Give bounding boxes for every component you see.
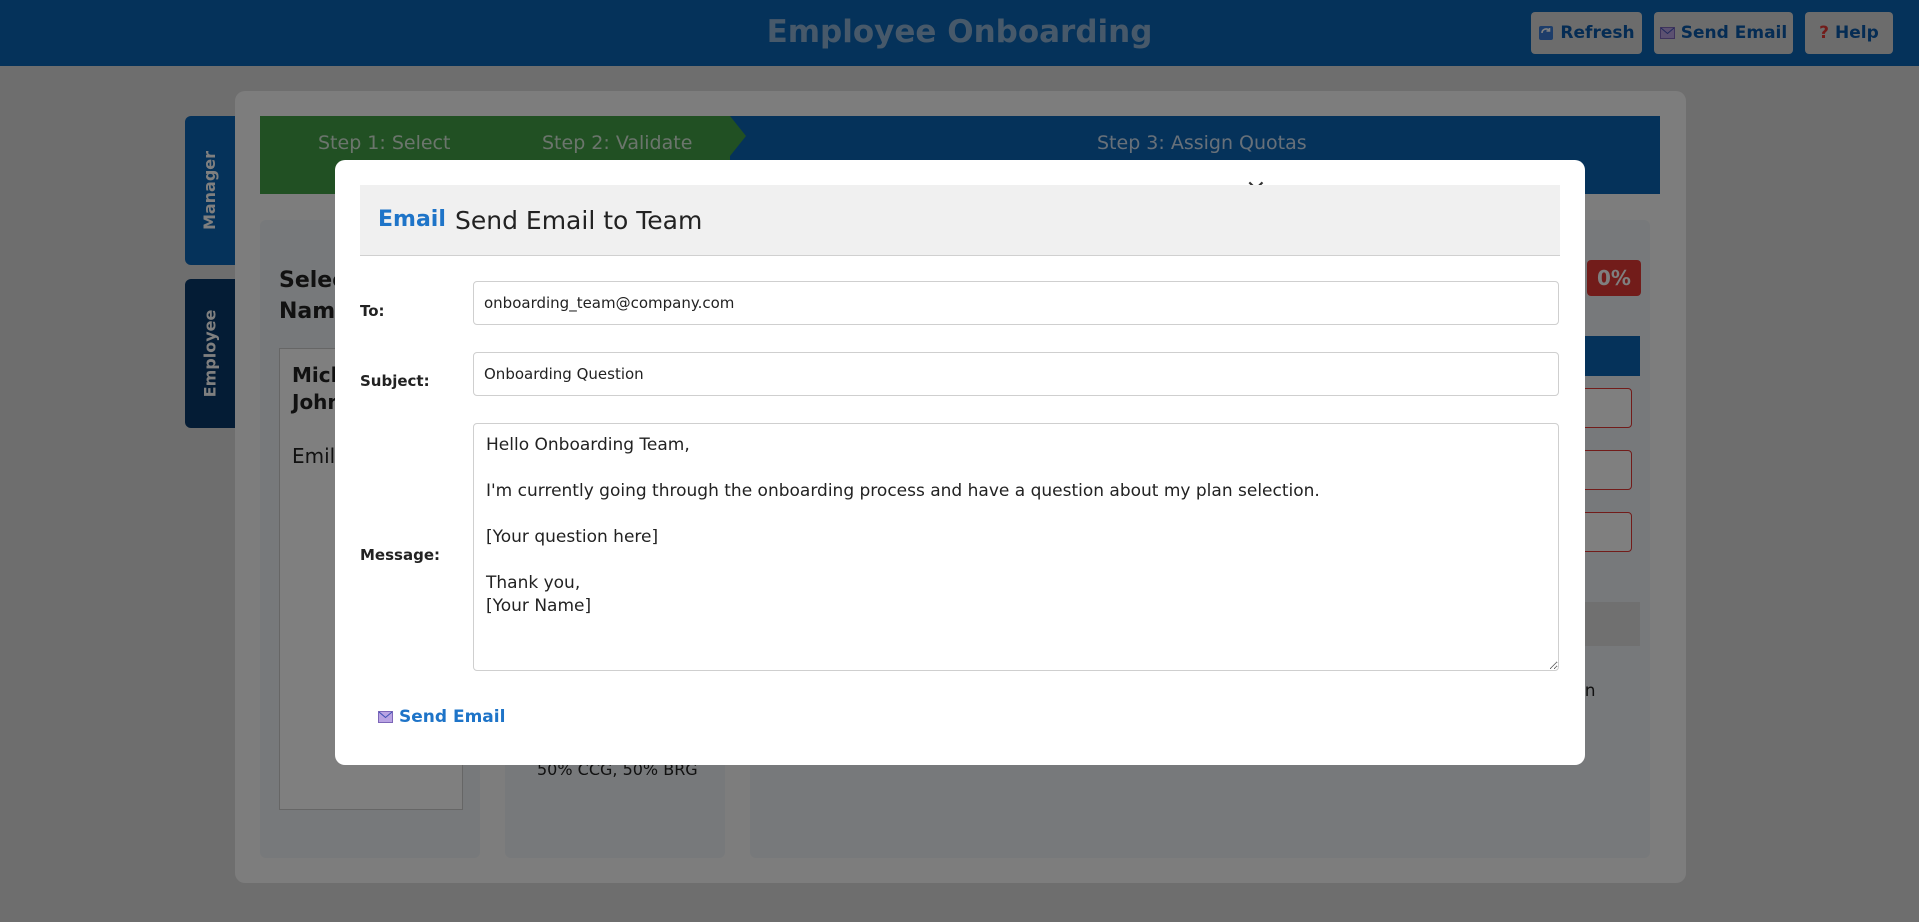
modal-title: Send Email to Team xyxy=(455,206,703,235)
message-label: Message: xyxy=(360,546,440,564)
message-field[interactable]: Hello Onboarding Team, I'm currently goi… xyxy=(473,423,1559,671)
envelope-icon xyxy=(378,711,393,723)
subject-field[interactable] xyxy=(473,352,1559,396)
to-label: To: xyxy=(360,302,385,320)
modal-send-label: Send Email xyxy=(399,707,506,727)
modal-send-button[interactable]: Send Email xyxy=(378,707,505,727)
subject-label: Subject: xyxy=(360,372,430,390)
modal-header: Email Send Email to Team xyxy=(360,185,1560,256)
email-tag: Email xyxy=(378,207,446,232)
to-field[interactable] xyxy=(473,281,1559,325)
